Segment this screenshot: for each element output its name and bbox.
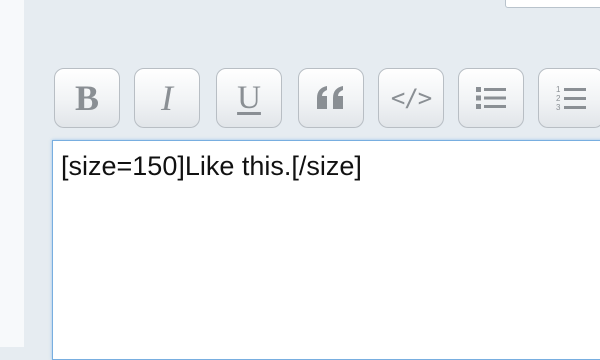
numbered-list-icon: 1 2 3 <box>556 85 586 111</box>
editor-content[interactable]: [size=150]Like this.[/size] <box>61 151 362 182</box>
italic-icon: I <box>161 78 173 118</box>
bold-button[interactable]: B <box>54 68 120 128</box>
quote-icon <box>316 85 346 111</box>
underline-button[interactable]: U <box>216 68 282 128</box>
code-button[interactable]: </> <box>378 68 444 128</box>
message-editor[interactable]: [size=150]Like this.[/size] <box>52 140 600 360</box>
svg-text:2: 2 <box>556 94 561 103</box>
numbered-list-button[interactable]: 1 2 3 <box>538 68 600 128</box>
top-input-field[interactable] <box>505 0 600 8</box>
underline-icon: U <box>237 79 261 116</box>
bullet-list-button[interactable] <box>458 68 524 128</box>
quote-button[interactable] <box>298 68 364 128</box>
svg-text:1: 1 <box>556 85 561 94</box>
italic-button[interactable]: I <box>134 68 200 128</box>
code-icon: </> <box>390 84 432 112</box>
page-gutter <box>0 0 24 347</box>
bullet-list-icon <box>476 86 506 110</box>
svg-text:3: 3 <box>556 103 561 111</box>
bold-icon: B <box>74 78 99 118</box>
